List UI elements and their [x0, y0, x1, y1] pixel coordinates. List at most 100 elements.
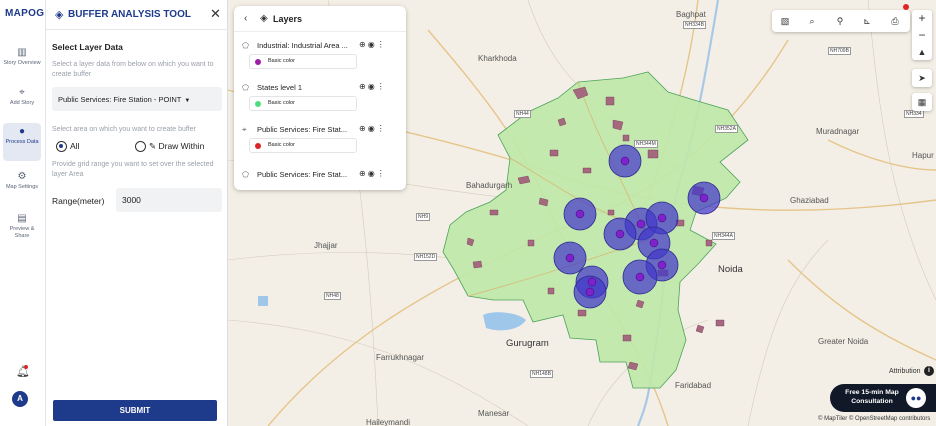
layers-icon: ◈ — [260, 13, 268, 24]
layer-item[interactable]: ⬠ Industrial: Industrial Area ... ⊕◉⋮ Ba… — [234, 38, 406, 78]
road-tag: NH344A — [712, 232, 735, 240]
compass-icon[interactable]: ▲ — [912, 44, 932, 61]
close-icon[interactable]: ✕ — [210, 6, 221, 22]
radio-all[interactable]: All — [56, 141, 80, 153]
map-image-icon[interactable]: ▧ — [778, 14, 792, 28]
more-icon[interactable]: ⋮ — [377, 82, 387, 91]
chevron-left-icon[interactable]: ‹ — [244, 13, 247, 24]
road-tag: NH152D — [414, 253, 438, 261]
process-data-icon: ● — [18, 126, 26, 137]
measure-icon[interactable]: ⊾ — [860, 14, 874, 28]
road-tag: NH44 — [514, 110, 531, 118]
more-icon[interactable]: ⋮ — [377, 40, 387, 49]
place-label: Bahadurgarh — [466, 181, 513, 190]
attribution-label[interactable]: Attribution — [889, 368, 921, 375]
zoom-icon[interactable]: ⊕ — [359, 82, 368, 91]
color-label: Basic color — [268, 58, 295, 64]
gear-icon: ⚙ — [17, 171, 27, 182]
location-pin-icon[interactable]: ⚲ — [833, 14, 847, 28]
road-tag: NH344M — [634, 140, 658, 148]
place-label: Farrukhnagar — [376, 353, 425, 362]
user-avatar[interactable]: A — [12, 391, 28, 407]
rail-story-overview[interactable]: ▥ Story Overview — [3, 44, 41, 82]
color-label: Basic color — [268, 142, 295, 148]
range-input[interactable] — [116, 188, 222, 212]
place-label: Noida — [718, 264, 743, 275]
alert-dot — [903, 4, 909, 10]
zoom-icon[interactable]: ⊕ — [359, 124, 368, 133]
submit-button[interactable]: SUBMIT — [53, 400, 217, 421]
area-hint: Select area on which you want to create … — [52, 126, 196, 133]
radio-draw-within[interactable]: ✎ Draw Within — [135, 141, 204, 153]
layer-item[interactable]: ⌖ Public Services: Fire Stat... ⊕◉⋮ Basi… — [234, 122, 406, 162]
eye-icon[interactable]: ◉ — [368, 40, 377, 49]
place-label: Haileymandi — [366, 418, 411, 426]
place-label: Greater Noida — [818, 337, 869, 346]
panel-title: BUFFER ANALYSIS TOOL — [68, 9, 191, 20]
place-label: Faridabad — [675, 381, 712, 390]
layers-title: Layers — [273, 14, 303, 24]
zoom-icon[interactable]: ⊕ — [359, 40, 368, 49]
layer-color-chip[interactable]: Basic color — [249, 54, 357, 69]
info-icon[interactable]: i — [924, 366, 934, 376]
layers-header: ‹ ◈ Layers — [234, 6, 406, 32]
layer-name: Public Services: Fire Stat... — [257, 170, 348, 179]
road-tag: NH334 — [904, 110, 924, 118]
place-label: Gurugram — [506, 338, 549, 349]
point-pin-icon: ⌖ — [242, 125, 247, 134]
layer-color-chip[interactable]: Basic color — [249, 138, 357, 153]
search-icon[interactable]: ⌕ — [805, 14, 819, 28]
polygon-icon: ⬠ — [242, 83, 249, 92]
zoom-out-icon[interactable]: − — [912, 27, 932, 44]
layer-color-chip[interactable]: Basic color — [249, 96, 357, 111]
zoom-icon[interactable]: ⊕ — [359, 169, 368, 178]
place-label: Hapur — [912, 151, 934, 160]
zoom-in-icon[interactable]: + — [912, 10, 932, 27]
caret-down-icon: ▼ — [184, 98, 191, 104]
share-icon: ▤ — [17, 213, 27, 224]
eye-icon[interactable]: ◉ — [368, 169, 377, 178]
more-icon[interactable]: ⋮ — [377, 124, 387, 133]
geolocate-icon[interactable]: ➤ — [912, 69, 932, 87]
print-icon[interactable]: ⎙ — [888, 14, 902, 28]
color-swatch — [255, 142, 261, 149]
layer-hint: Select a layer data from below on which … — [52, 61, 214, 78]
rail-item-label: Map Settings — [5, 184, 39, 190]
polygon-icon: ⬠ — [242, 170, 249, 179]
layer-item[interactable]: ⬠ States level 1 ⊕◉⋮ Basic color — [234, 80, 406, 120]
left-rail: MAPOG ▥ Story Overview ⌖ Add Story ● Pro… — [0, 0, 46, 426]
more-icon[interactable]: ⋮ — [377, 169, 387, 178]
chat-icon[interactable]: ●● — [906, 388, 926, 408]
basemap-icon[interactable]: ▦ — [912, 93, 932, 111]
place-label: Kharkhoda — [478, 54, 517, 63]
color-swatch — [255, 100, 261, 107]
rail-map-settings[interactable]: ⚙ Map Settings — [3, 168, 41, 206]
layer-item[interactable]: ⬠ Public Services: Fire Stat... ⊕◉⋮ — [234, 167, 406, 207]
road-tag: NH48 — [324, 292, 341, 300]
layer-select[interactable]: Public Services: Fire Station - POINT ▼ — [52, 87, 222, 111]
rail-item-label: Story Overview — [3, 60, 41, 66]
grid-hint: Provide grid range you want to set over … — [52, 161, 214, 178]
rail-add-story[interactable]: ⌖ Add Story — [3, 84, 41, 122]
radio-unselected-icon — [135, 141, 146, 153]
polygon-icon: ⬠ — [242, 41, 249, 50]
rail-item-label: Add Story — [9, 100, 35, 106]
eye-icon[interactable]: ◉ — [368, 124, 377, 133]
consultation-button[interactable]: Free 15-min Map Consultation ●● — [830, 384, 936, 412]
buffer-analysis-panel: ◈ BUFFER ANALYSIS TOOL ✕ Select Layer Da… — [46, 0, 228, 426]
road-tag: NH148B — [530, 370, 553, 378]
color-swatch — [255, 58, 261, 65]
radio-all-label: All — [70, 141, 80, 151]
layer-name: Public Services: Fire Stat... — [257, 125, 348, 134]
rail-item-label: Preview & Share — [9, 226, 35, 239]
panel-header: ◈ BUFFER ANALYSIS TOOL ✕ — [46, 0, 228, 30]
layers-icon: ◈ — [55, 9, 64, 21]
mapog-logo[interactable]: MAPOG — [5, 8, 44, 19]
rail-process-data[interactable]: ● Process Data — [3, 123, 41, 161]
map-copyright[interactable]: © MapTiler © OpenStreetMap contributors — [818, 416, 930, 422]
rail-preview-share[interactable]: ▤ Preview & Share — [3, 210, 41, 248]
layer-select-value: Public Services: Fire Station - POINT — [58, 95, 182, 104]
layer-name: States level 1 — [257, 83, 303, 92]
zoom-controls: + − ▲ — [912, 10, 932, 60]
eye-icon[interactable]: ◉ — [368, 82, 377, 91]
